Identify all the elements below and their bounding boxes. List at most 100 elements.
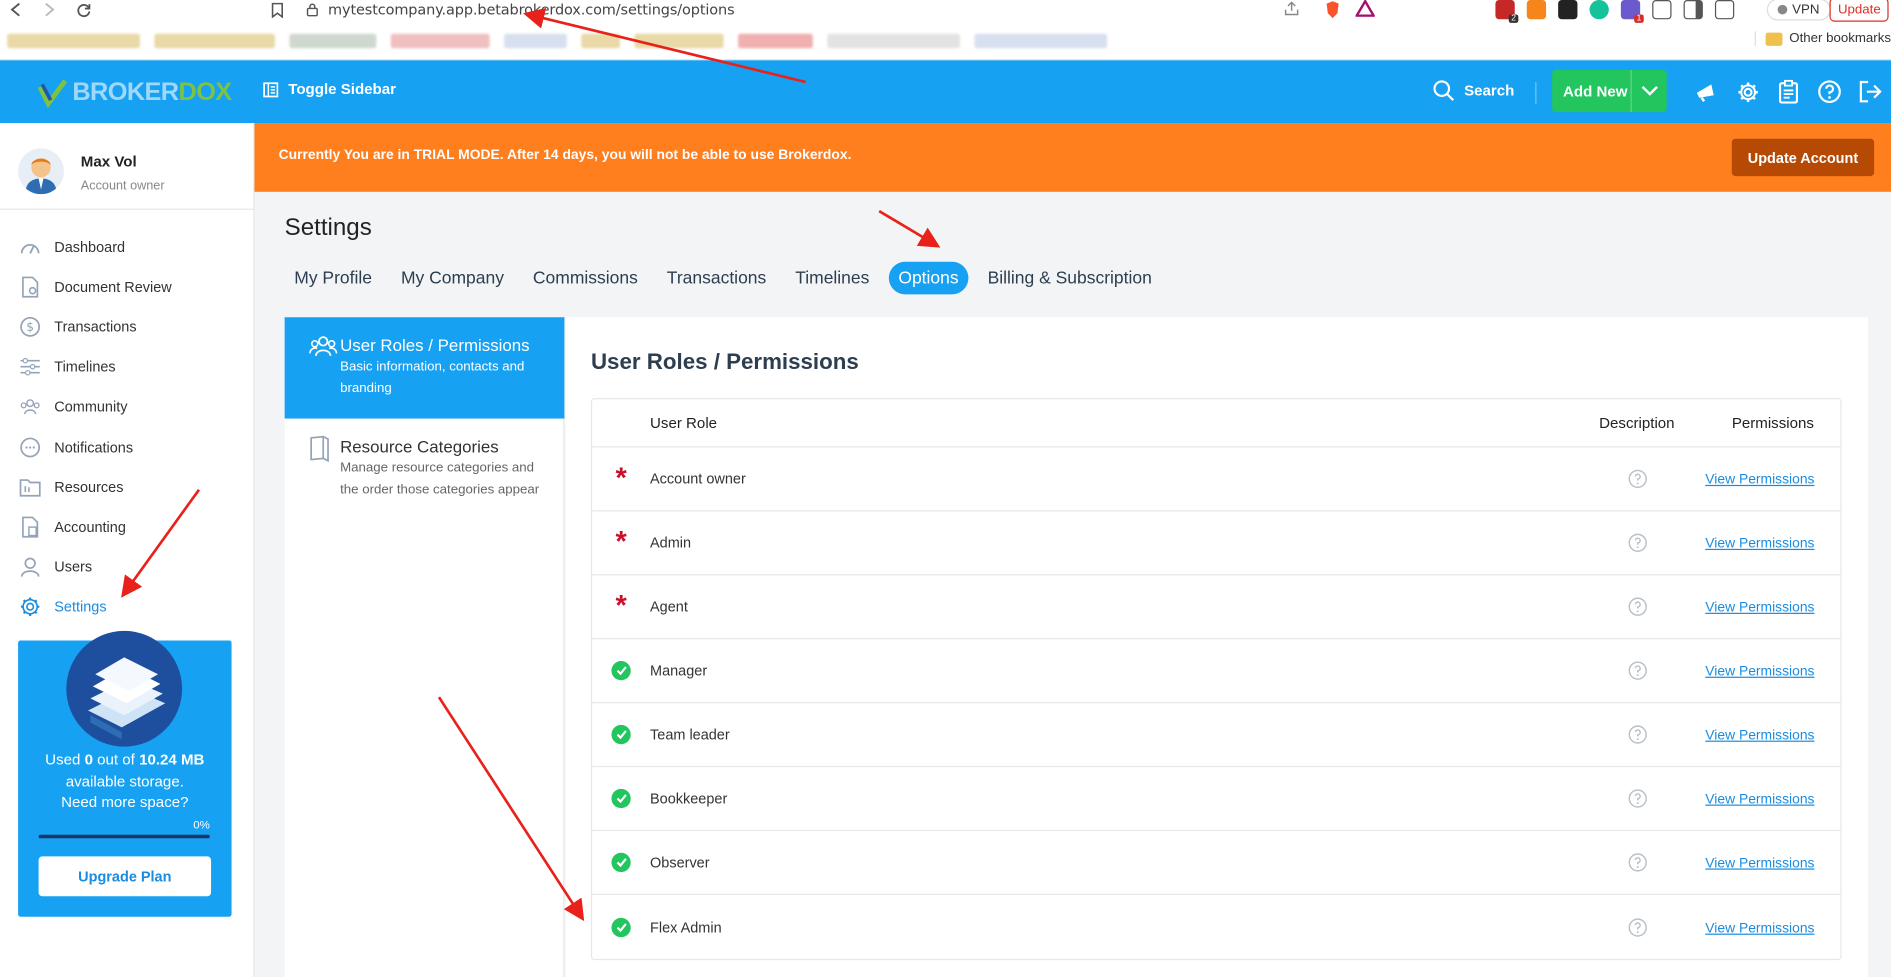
folder-icon — [1765, 31, 1783, 46]
view-permissions-link[interactable]: View Permissions — [1705, 729, 1814, 743]
tab-transactions[interactable]: Transactions — [657, 262, 776, 295]
brokerdox-logo[interactable]: BROKERDOX — [36, 77, 232, 109]
option-user-roles[interactable]: User Roles / Permissions Basic informati… — [284, 317, 565, 419]
extension-icon[interactable] — [1558, 0, 1578, 20]
update-account-button[interactable]: Update Account — [1731, 138, 1875, 177]
sidebar-item-document-review[interactable]: Document Review — [19, 267, 248, 307]
search-icon — [1433, 80, 1454, 101]
chevron-down-icon[interactable] — [1630, 69, 1667, 113]
header-permissions: Permissions — [1731, 414, 1814, 432]
puzzle-icon[interactable] — [1652, 0, 1672, 20]
transactions-icon: $ — [19, 316, 41, 338]
bookmark-item[interactable] — [581, 33, 620, 49]
table-row: Flex Admin View Permissions — [592, 895, 1840, 959]
sidebar-item-resources[interactable]: Resources — [19, 467, 248, 507]
description-help-icon[interactable] — [1577, 597, 1698, 616]
sidebar-item-users[interactable]: Users — [19, 547, 248, 587]
check-circle-icon — [611, 917, 631, 937]
clipboard-icon[interactable] — [1775, 78, 1802, 105]
bookmark-item[interactable] — [504, 33, 567, 49]
tab-timelines[interactable]: Timelines — [786, 262, 879, 295]
role-name: Agent — [650, 598, 688, 616]
bookmark-item[interactable] — [390, 33, 490, 49]
table-header: User Role Description Permissions — [592, 399, 1841, 448]
table-row: Team leader View Permissions — [592, 703, 1841, 768]
other-bookmarks[interactable]: Other bookmarks — [1754, 31, 1891, 46]
tab-billing-subscription[interactable]: Billing & Subscription — [978, 262, 1162, 295]
sidebar-item-notifications[interactable]: Notifications — [19, 427, 248, 467]
tab-my-profile[interactable]: My Profile — [285, 262, 382, 295]
sidebar-item-dashboard[interactable]: Dashboard — [19, 227, 248, 267]
add-new-button[interactable]: Add New — [1552, 69, 1667, 113]
view-permissions-link[interactable]: View Permissions — [1705, 665, 1814, 679]
description-help-icon[interactable] — [1577, 469, 1698, 489]
browser-update-button[interactable]: Update — [1829, 0, 1890, 22]
sidebar-item-transactions[interactable]: $ Transactions — [19, 307, 248, 347]
bookmark-item[interactable] — [974, 33, 1108, 49]
brave-shield-icon[interactable] — [1324, 0, 1341, 19]
sidebar-item-timelines[interactable]: Timelines — [19, 347, 248, 387]
bookmark-item[interactable] — [634, 33, 724, 49]
view-permissions-link[interactable]: View Permissions — [1705, 921, 1814, 935]
grammarly-icon[interactable] — [1589, 0, 1609, 20]
tab-my-company[interactable]: My Company — [391, 262, 513, 295]
bookmark-item[interactable] — [827, 33, 960, 49]
logo-check-icon — [37, 79, 68, 109]
options-panel: User Roles / Permissions Basic informati… — [284, 317, 565, 977]
option-resource-categories[interactable]: Resource Categories Manage resource cate… — [285, 419, 565, 501]
view-permissions-link[interactable]: View Permissions — [1705, 473, 1814, 487]
browser-update-label: Update — [1837, 2, 1881, 17]
wallet-icon[interactable] — [1714, 0, 1735, 20]
description-help-icon[interactable] — [1577, 661, 1698, 680]
description-help-icon[interactable] — [1577, 533, 1698, 552]
url-text[interactable]: mytestcompany.app.betabrokerdox.com/sett… — [328, 1, 735, 18]
description-help-icon[interactable] — [1577, 917, 1698, 937]
sidebar-panel-icon[interactable] — [1683, 0, 1703, 20]
extension-icon[interactable]: 1 — [1620, 0, 1644, 23]
tab-commissions[interactable]: Commissions — [523, 262, 647, 295]
tab-options[interactable]: Options — [888, 261, 969, 295]
permissions-cell: View Permissions — [1698, 854, 1840, 870]
gear-icon[interactable] — [1734, 78, 1761, 105]
share-icon[interactable] — [1283, 0, 1300, 17]
storage-used-value: 0 — [84, 751, 93, 769]
bookmark-item[interactable] — [289, 33, 377, 49]
reload-icon[interactable] — [75, 0, 92, 19]
vpn-button[interactable]: VPN — [1766, 0, 1831, 21]
view-permissions-link[interactable]: View Permissions — [1705, 537, 1814, 551]
user-profile[interactable]: Max Vol Account owner — [18, 148, 165, 195]
description-help-icon[interactable] — [1577, 789, 1698, 808]
description-help-icon[interactable] — [1577, 853, 1698, 872]
page-title: Settings — [284, 214, 372, 242]
search-button[interactable]: Search — [1433, 80, 1514, 102]
back-icon[interactable] — [7, 0, 24, 19]
view-permissions-link[interactable]: View Permissions — [1705, 792, 1814, 806]
sidebar-item-community[interactable]: Community — [19, 387, 248, 427]
description-help-icon[interactable] — [1577, 725, 1698, 744]
forward-icon[interactable] — [41, 0, 58, 19]
check-circle-icon — [611, 660, 631, 681]
role-name: Flex Admin — [650, 918, 722, 936]
bookmark-item[interactable] — [7, 33, 140, 49]
storage-progress-bar — [38, 834, 210, 839]
extension-icon[interactable]: 2 — [1495, 0, 1519, 23]
sidebar-item-settings[interactable]: Settings — [19, 587, 248, 627]
bookmark-item[interactable] — [738, 33, 813, 49]
view-permissions-link[interactable]: View Permissions — [1705, 601, 1814, 615]
toggle-sidebar-button[interactable]: Toggle Sidebar — [263, 81, 396, 98]
metamask-icon[interactable] — [1526, 0, 1547, 20]
upgrade-plan-button[interactable]: Upgrade Plan — [38, 856, 212, 897]
view-permissions-link[interactable]: View Permissions — [1705, 856, 1814, 870]
address-bar[interactable]: mytestcompany.app.betabrokerdox.com/sett… — [267, 0, 1383, 20]
role-name: Admin — [650, 534, 692, 552]
annotation-arrow-options — [878, 209, 941, 248]
users-icon — [19, 556, 41, 578]
role-name: Observer — [650, 853, 710, 871]
megaphone-icon[interactable] — [1693, 78, 1720, 105]
brave-rewards-icon[interactable] — [1355, 0, 1375, 17]
bookmark-icon[interactable] — [268, 0, 287, 19]
help-icon[interactable] — [1816, 78, 1843, 105]
sidebar-item-accounting[interactable]: Accounting — [19, 507, 248, 547]
bookmark-item[interactable] — [154, 33, 275, 49]
logout-icon[interactable] — [1857, 78, 1884, 105]
